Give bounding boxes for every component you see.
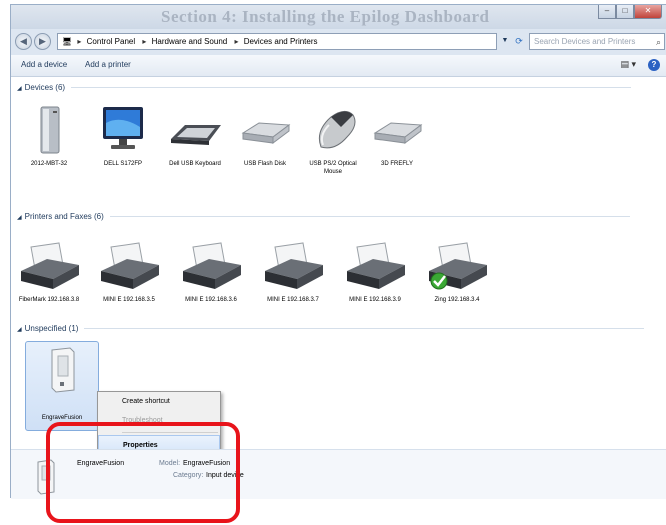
printer-icon: [21, 242, 79, 289]
back-icon[interactable]: ◀: [15, 33, 32, 50]
printer-item[interactable]: MINI E 192.168.3.7: [261, 237, 325, 304]
usb-drive-icon: [373, 122, 423, 144]
search-input[interactable]: Search Devices and Printers ⌕: [529, 33, 665, 50]
computer-tower-icon: [40, 106, 60, 154]
collapse-icon: ◢: [17, 215, 22, 221]
printer-icon: [429, 242, 487, 290]
group-header-printers[interactable]: ◢ Printers and Faxes (6): [17, 212, 630, 221]
printer-label: MINI E 192.168.3.6: [185, 297, 237, 303]
keyboard-icon: [171, 125, 221, 145]
annotation-highlight-box: [46, 422, 240, 523]
device-label: USB Flash Disk: [243, 161, 286, 167]
caption-buttons: – □ ✕: [598, 5, 662, 19]
collapse-icon: ◢: [17, 86, 22, 92]
menu-item-create-shortcut[interactable]: Create shortcut: [98, 392, 220, 411]
breadcrumb-control-panel[interactable]: Control Panel: [87, 37, 135, 46]
printer-label: MINI E 192.168.3.7: [267, 297, 319, 303]
printer-icon: [265, 242, 323, 289]
device-item[interactable]: Dell USB Keyboard: [163, 101, 227, 168]
search-icon: ⌕: [655, 37, 661, 47]
printer-item[interactable]: MINI E 192.168.3.9: [343, 237, 407, 304]
maximize-button[interactable]: □: [616, 5, 634, 19]
device-item[interactable]: DELL S172FP: [91, 101, 155, 168]
device-label: Dell USB Keyboard: [169, 161, 221, 167]
printer-item[interactable]: MINI E 192.168.3.5: [97, 237, 161, 304]
engraver-device-selected[interactable]: EngraveFusion: [25, 341, 99, 431]
printer-label: FiberMark 192.168.3.8: [18, 297, 80, 303]
window-title: Section 4: Installing the Epilog Dashboa…: [161, 7, 490, 26]
group-header-devices[interactable]: ◢ Devices (6): [17, 83, 632, 92]
printer-item[interactable]: MINI E 192.168.3.6: [179, 237, 243, 304]
mouse-icon: [318, 111, 356, 149]
help-icon[interactable]: ?: [648, 59, 660, 71]
device-item[interactable]: USB Flash Disk: [233, 101, 297, 168]
usb-drive-icon: [241, 122, 291, 144]
printer-item[interactable]: Zing 192.168.3.4: [425, 237, 489, 304]
device-item[interactable]: 3D FREFLY: [365, 101, 429, 168]
close-button[interactable]: ✕: [634, 5, 662, 19]
printer-label: MINI E 192.168.3.9: [349, 297, 401, 303]
command-bar: Add a device Add a printer ▤ ▾ ?: [11, 55, 666, 77]
printer-label: MINI E 192.168.3.5: [103, 297, 155, 303]
change-view-icon[interactable]: ▤ ▾: [620, 59, 636, 70]
device-item[interactable]: USB PS/2 Optical Mouse: [301, 101, 365, 176]
device-label: DELL S172FP: [103, 161, 143, 167]
collapse-icon: ◢: [17, 327, 22, 333]
printer-icon: [101, 242, 159, 289]
address-bar[interactable]: 🖥 ▸ Control Panel ▸ Hardware and Sound ▸…: [57, 33, 497, 50]
engraver-icon: [51, 347, 75, 393]
add-printer-button[interactable]: Add a printer: [85, 60, 131, 69]
add-device-button[interactable]: Add a device: [21, 60, 67, 69]
printer-icon: [347, 242, 405, 289]
breadcrumb-devices-and-printers[interactable]: Devices and Printers: [244, 37, 318, 46]
group-header-unspecified[interactable]: ◢ Unspecified (1): [17, 324, 645, 333]
device-label: 2012-MBT-32: [30, 161, 68, 167]
refresh-icon[interactable]: ⟳: [512, 33, 526, 50]
minimize-button[interactable]: –: [598, 5, 616, 19]
device-label: 3D FREFLY: [381, 161, 413, 167]
breadcrumb-hardware-and-sound[interactable]: Hardware and Sound: [152, 37, 228, 46]
default-check-icon: [430, 272, 448, 290]
device-label: USB PS/2 Optical Mouse: [309, 161, 357, 175]
forward-icon[interactable]: ▶: [34, 33, 51, 50]
printer-label: Zing 192.168.3.4: [434, 297, 480, 303]
title-bar[interactable]: Section 4: Installing the Epilog Dashboa…: [11, 5, 666, 29]
printer-icon: [183, 242, 241, 289]
device-item[interactable]: 2012-MBT-32: [17, 101, 81, 168]
monitor-icon: [103, 107, 143, 149]
printer-item[interactable]: FiberMark 192.168.3.8: [17, 237, 81, 304]
address-row: ◀ ▶ 🖥 ▸ Control Panel ▸ Hardware and Sou…: [11, 29, 666, 55]
control-panel-icon: 🖥: [62, 37, 73, 46]
address-dropdown-icon[interactable]: ▼: [499, 33, 511, 50]
device-label: EngraveFusion: [41, 415, 83, 421]
